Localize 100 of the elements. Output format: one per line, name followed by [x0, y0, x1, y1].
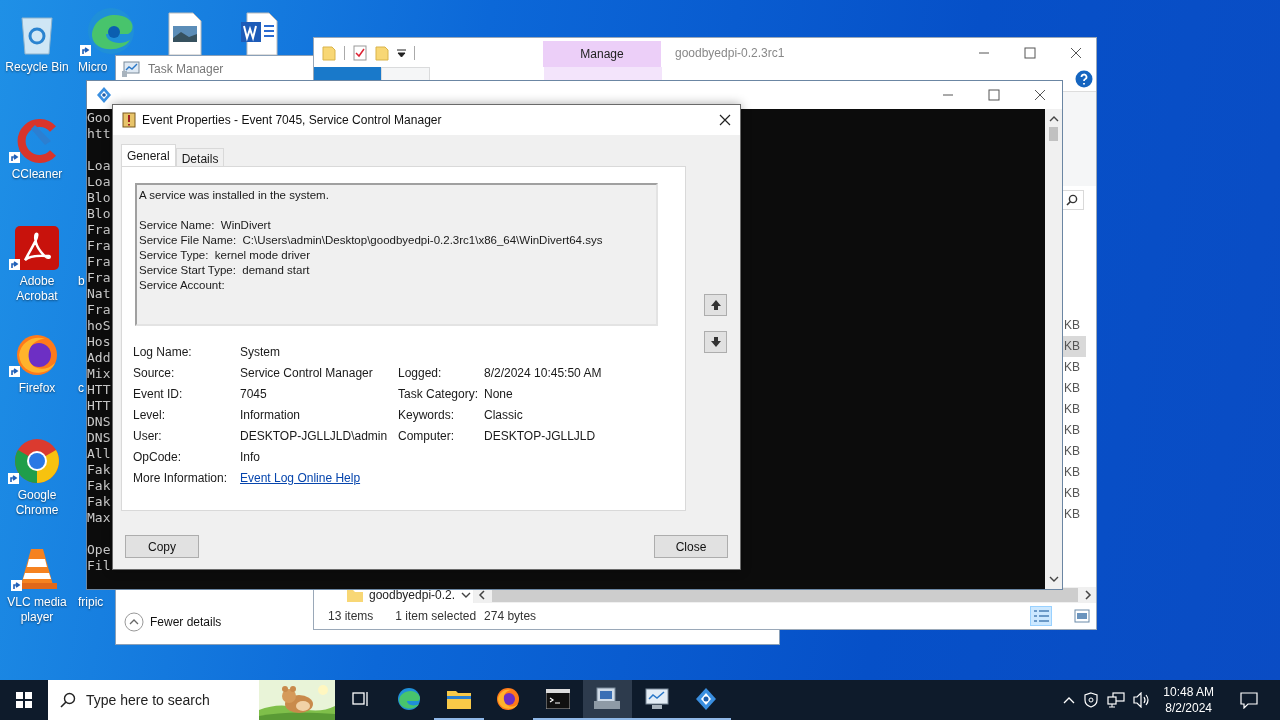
- field-value: DESKTOP-JGLLJLD\admin: [240, 428, 389, 443]
- field-value: Service Control Manager: [240, 365, 374, 380]
- chrome-icon[interactable]: [14, 438, 60, 484]
- search-icon: [60, 692, 76, 708]
- close-icon[interactable]: [1070, 46, 1082, 59]
- field-label: OpCode:: [133, 449, 183, 464]
- chevron-up-icon[interactable]: [1063, 696, 1076, 704]
- edge-icon[interactable]: [86, 6, 136, 56]
- scroll-down-icon[interactable]: [1048, 575, 1059, 583]
- firefox-icon[interactable]: [15, 333, 59, 377]
- window-title: Task Manager: [148, 61, 224, 76]
- field-value: System: [240, 344, 281, 359]
- taskbar-app-button[interactable]: [582, 680, 632, 720]
- search-field[interactable]: Type here to search: [86, 692, 256, 708]
- arrow-up-icon: [709, 299, 722, 311]
- scrollbar-thumb[interactable]: [1049, 127, 1058, 141]
- maximize-icon[interactable]: [988, 89, 1000, 101]
- file-size-cell-text: KB: [1063, 380, 1081, 397]
- gear-app-icon: [95, 86, 113, 104]
- console-line: Loa: [87, 158, 111, 174]
- field-value: Info: [240, 449, 261, 464]
- previous-event-button[interactable]: [704, 294, 727, 316]
- field-value: None: [484, 386, 514, 401]
- scroll-right-icon[interactable]: [1084, 590, 1092, 600]
- monitor-chart-icon: [643, 687, 670, 711]
- scroll-left-icon[interactable]: [478, 590, 486, 600]
- ribbon-tab[interactable]: [381, 67, 430, 81]
- event-description: A service was installed in the system. Service Name: WinDivert Service File Name: C:\Users\admin\Desktop\goodbyedpi-0.2.3rc1\x86_64\WinDivert64.sys Service Type: kernel mode driver Service Start Type: demand start Service Account:: [135, 183, 658, 326]
- chevron-down-icon[interactable]: [461, 591, 472, 599]
- close-icon[interactable]: [1034, 89, 1046, 101]
- firefox-icon: [496, 687, 521, 711]
- acrobat-icon[interactable]: [15, 226, 59, 270]
- file-size-cell-text: KB: [1063, 485, 1081, 502]
- desktop-icon-label[interactable]: Google Chrome: [2, 488, 72, 518]
- console-line: Add: [87, 350, 111, 366]
- shortcut-arrow-icon: [9, 152, 20, 163]
- close-icon[interactable]: [719, 114, 731, 126]
- console-line: Ope: [87, 542, 111, 558]
- dialog-button[interactable]: Close: [654, 535, 728, 558]
- checklist-icon[interactable]: [353, 44, 367, 61]
- context-tab-header[interactable]: Manage: [543, 41, 661, 67]
- desktop-icon-label[interactable]: VLC media player: [2, 595, 72, 625]
- field-value: 8/2/2024 10:45:50 AM: [484, 365, 603, 380]
- window-title: goodbyedpi-0.2.3rc1: [675, 45, 785, 60]
- clock-date[interactable]: 8/2/2024: [1165, 700, 1212, 716]
- console-line: Fra: [87, 222, 111, 238]
- word-file-icon[interactable]: [239, 12, 279, 56]
- edge-icon: [397, 687, 422, 711]
- desktop-icon-label[interactable]: CCleaner: [2, 167, 72, 182]
- desktop-icon-label[interactable]: b: [78, 274, 85, 289]
- clock-time[interactable]: 10:48 AM: [1163, 684, 1214, 700]
- thumbnail-view-icon[interactable]: [1074, 609, 1090, 623]
- console-line: All: [87, 446, 111, 462]
- field-value: Information: [240, 407, 302, 422]
- dropdown-icon[interactable]: [397, 48, 406, 57]
- scroll-up-icon[interactable]: [1048, 115, 1059, 123]
- dialog-button[interactable]: Copy: [125, 535, 199, 558]
- field-label: More Information:: [133, 470, 229, 485]
- console-line: Hos: [87, 334, 111, 350]
- desktop-icon-label[interactable]: Micro: [78, 60, 108, 75]
- file-size-cell-text: KB: [1063, 401, 1081, 418]
- dialog-tab[interactable]: General: [121, 144, 176, 166]
- help-icon[interactable]: [1075, 70, 1093, 88]
- desktop-icon-label[interactable]: c: [78, 381, 84, 396]
- windows-start-icon[interactable]: [16, 692, 32, 708]
- console-line: Fak: [87, 462, 111, 478]
- field-value: DESKTOP-JGLLJLD: [484, 428, 597, 443]
- image-file-icon[interactable]: [167, 12, 203, 56]
- maximize-icon[interactable]: [1024, 46, 1036, 59]
- field-label: Logged:: [398, 365, 443, 380]
- console-line: HTT: [87, 398, 111, 414]
- console-line: Fra: [87, 302, 111, 318]
- monitor-chart-icon: [122, 60, 140, 77]
- console-line: Nat: [87, 286, 111, 302]
- console-line: Fak: [87, 494, 111, 510]
- field-label: Log Name:: [133, 344, 193, 359]
- fewer-details-button[interactable]: Fewer details: [122, 609, 224, 634]
- file-size-cell-text: KB: [1063, 443, 1081, 460]
- notification-icon[interactable]: [1240, 691, 1258, 709]
- ccleaner-icon[interactable]: [15, 119, 59, 163]
- field-label: Event ID:: [133, 386, 184, 401]
- file-size-cell-text: KB: [1063, 464, 1081, 481]
- help-link[interactable]: Event Log Online Help: [240, 470, 361, 485]
- desktop-icon-label[interactable]: Recycle Bin: [2, 60, 72, 75]
- nav-tree-item[interactable]: goodbyedpi-0.2.: [369, 588, 456, 602]
- next-event-button[interactable]: [704, 331, 727, 353]
- field-value: 7045: [240, 386, 268, 401]
- shield-icon[interactable]: [1083, 692, 1100, 708]
- gear-icon: [694, 687, 719, 711]
- desktop-icon-label[interactable]: fripic: [78, 595, 104, 610]
- speaker-icon[interactable]: [1133, 692, 1152, 708]
- console-line: DNS: [87, 414, 111, 430]
- search-icon: [1066, 194, 1078, 206]
- desktop-icon-label[interactable]: Adobe Acrobat: [2, 274, 72, 304]
- chevron-up-icon: [124, 611, 144, 632]
- network-icon[interactable]: [1107, 692, 1126, 708]
- dialog-tab[interactable]: Details: [175, 148, 225, 166]
- desktop-icon-label[interactable]: Firefox: [2, 381, 72, 396]
- shortcut-arrow-icon: [8, 473, 19, 484]
- console-line: Fra: [87, 238, 111, 254]
